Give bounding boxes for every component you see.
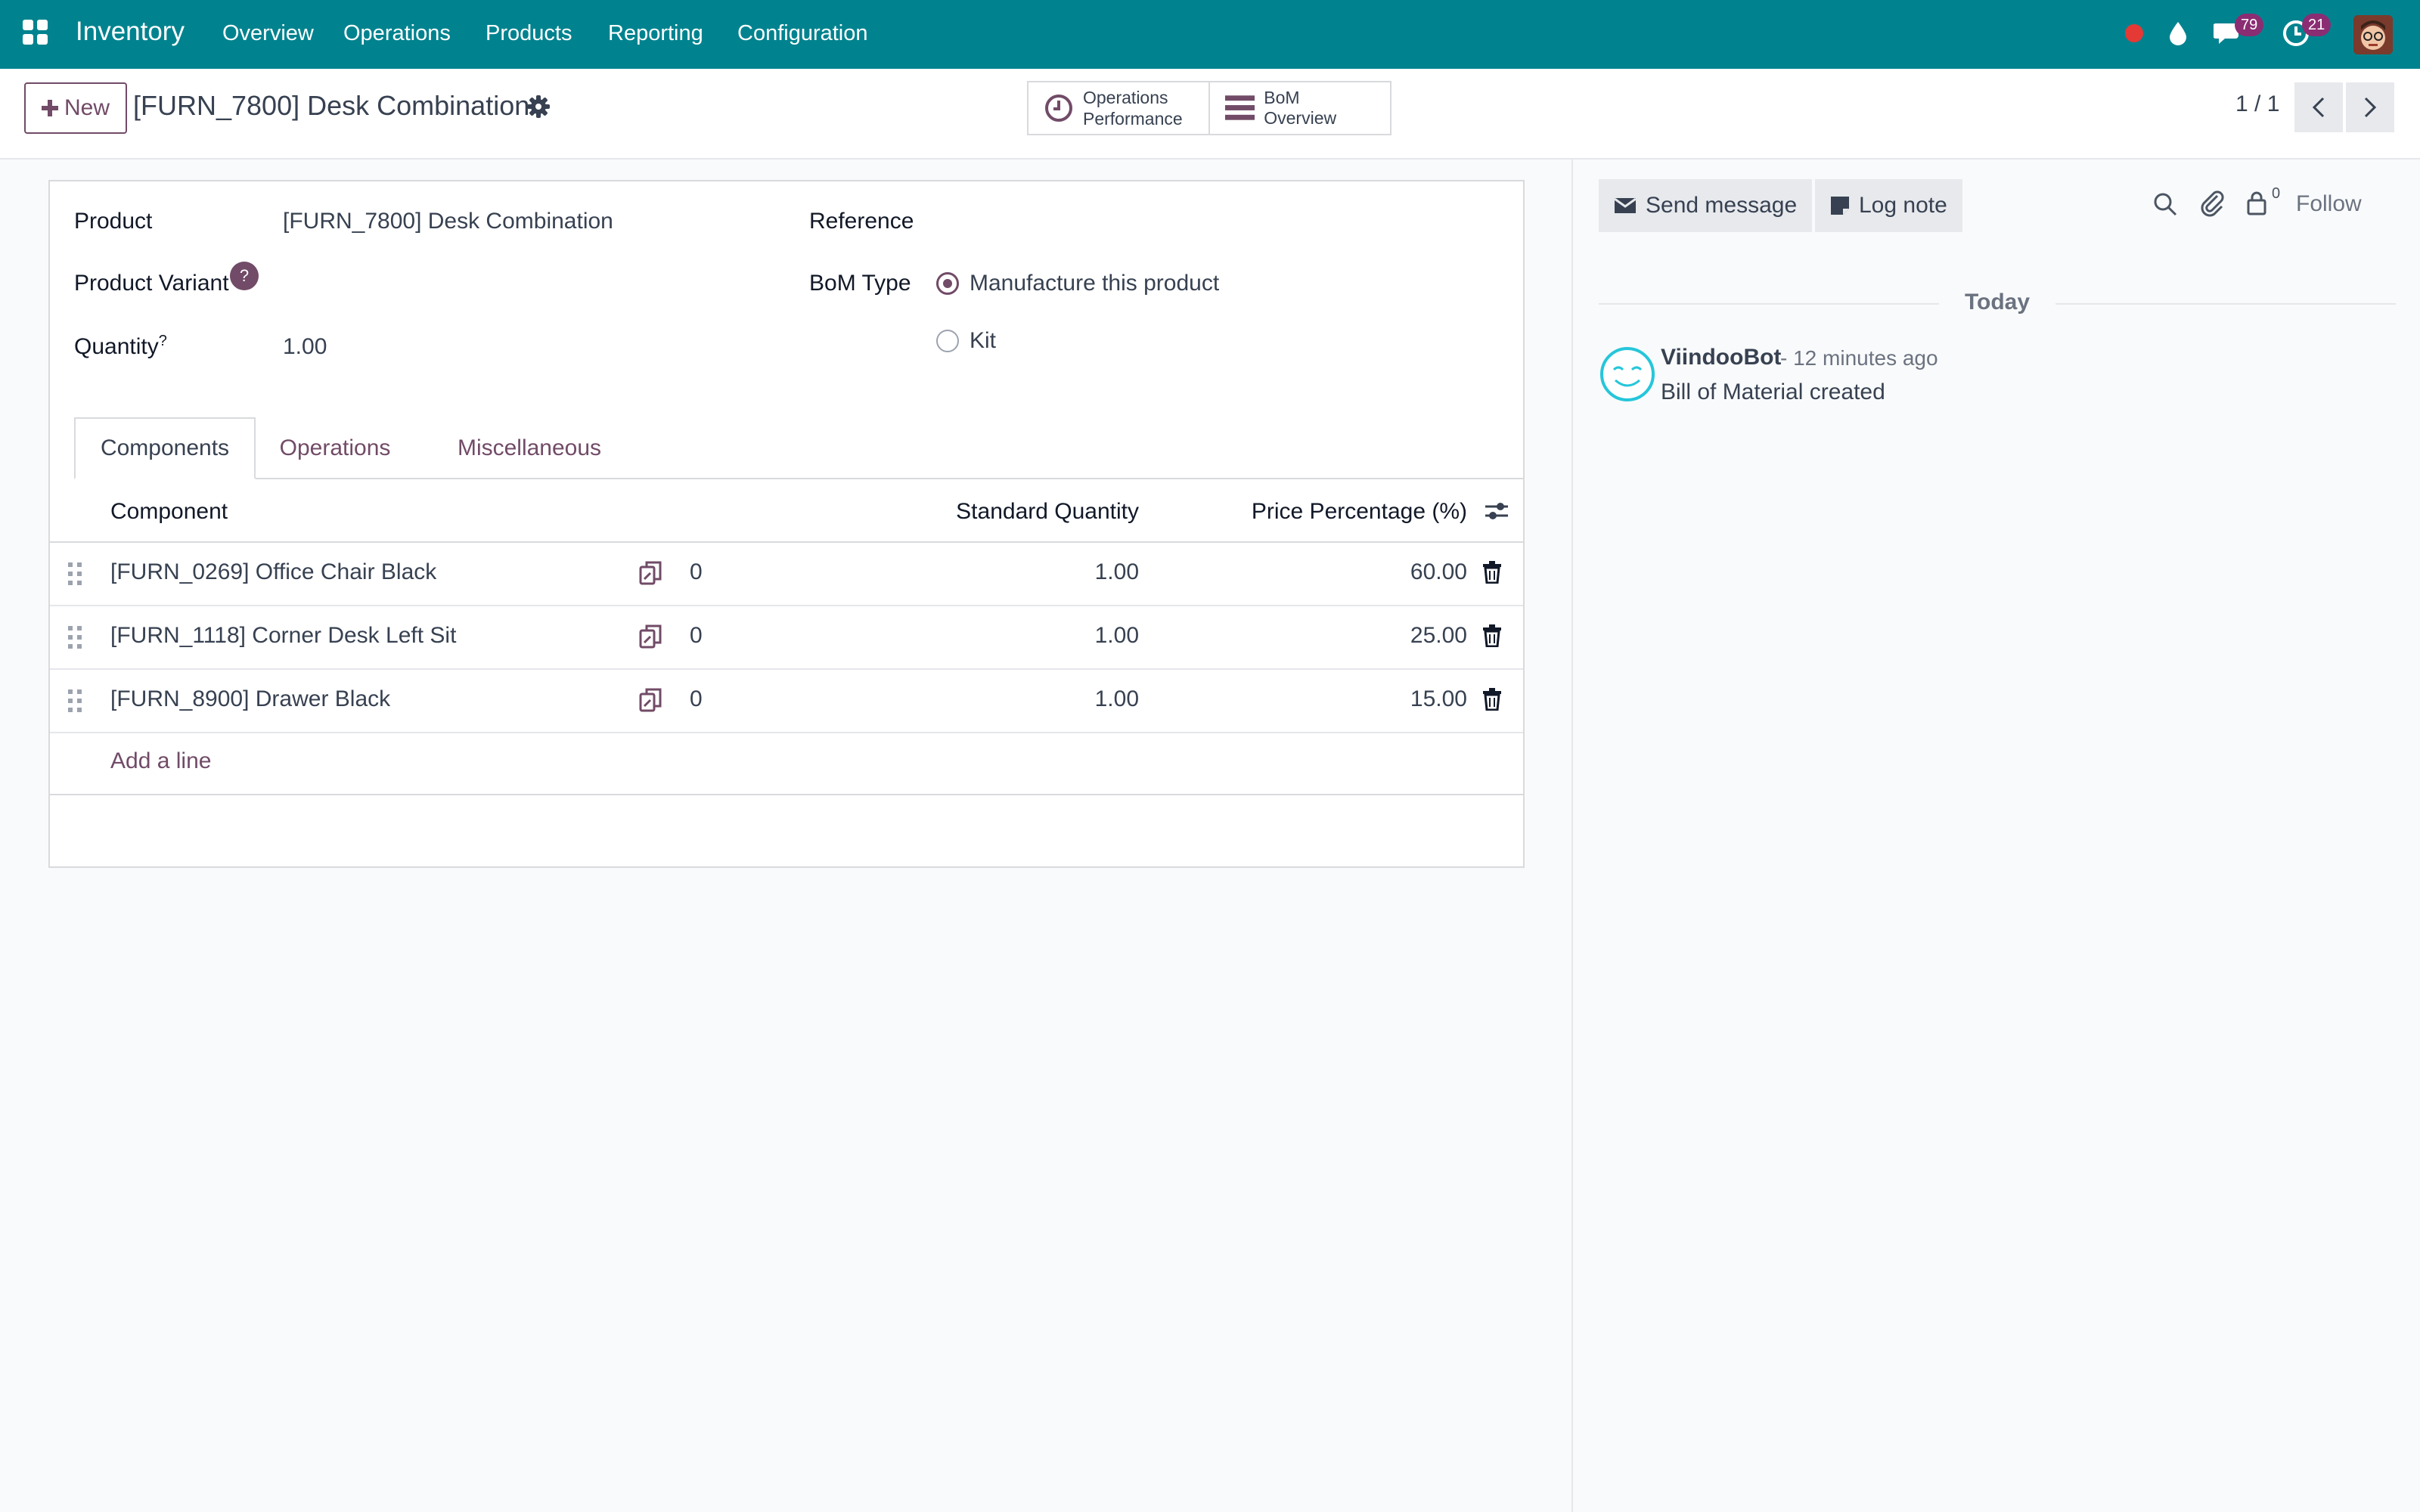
menu-operations[interactable]: Operations (343, 21, 451, 46)
menu-overview[interactable]: Overview (222, 21, 314, 46)
forecast-icon[interactable] (638, 686, 664, 717)
chevron-right-icon (2364, 97, 2377, 118)
column-price-percentage[interactable]: Price Percentage (%) (1252, 499, 1467, 525)
clock-icon (1045, 94, 1072, 122)
quantity-field[interactable]: 1.00 (283, 334, 327, 360)
log-note-button[interactable]: Log note (1815, 179, 1962, 232)
quantity-label-text: Quantity (74, 334, 159, 359)
bot-avatar-icon[interactable] (1599, 345, 1656, 403)
column-settings-icon[interactable] (1484, 499, 1509, 527)
notebook-tabs: Components Operations Miscellaneous (74, 417, 1525, 479)
message-time: - 12 minutes ago (1780, 346, 1938, 370)
menu-configuration[interactable]: Configuration (737, 21, 868, 46)
quantity-help-sup[interactable]: ? (159, 333, 167, 349)
follow-button[interactable]: Follow (2296, 191, 2362, 217)
record-dot-icon[interactable] (2119, 18, 2149, 48)
drop-icon[interactable] (2163, 18, 2193, 48)
forecast-icon[interactable] (638, 559, 664, 590)
add-a-line-link[interactable]: Add a line (110, 748, 211, 774)
component-price-percentage[interactable]: 15.00 (1410, 686, 1467, 712)
followers-count: 0 (2272, 185, 2281, 202)
component-standard-quantity[interactable]: 1.00 (1095, 559, 1139, 585)
send-message-button[interactable]: Send message (1599, 179, 1813, 232)
drag-handle-icon[interactable] (68, 626, 82, 652)
table-row[interactable]: [FURN_0269] Office Chair Black 0 1.00 60… (50, 543, 1523, 606)
apps-grid-icon[interactable] (23, 20, 48, 45)
component-price-percentage[interactable]: 25.00 (1410, 623, 1467, 649)
note-icon (1831, 197, 1849, 215)
component-standard-quantity[interactable]: 1.00 (1095, 686, 1139, 712)
new-button-label: New (64, 95, 110, 120)
tab-components[interactable]: Components (74, 417, 256, 479)
product-variant-label: Product Variant (74, 271, 229, 296)
log-note-label: Log note (1859, 193, 1947, 218)
product-field[interactable]: [FURN_7800] Desk Combination (283, 209, 613, 234)
operations-performance-button[interactable]: Operations Performance (1028, 82, 1208, 134)
pager-value[interactable]: 1 / 1 (2235, 91, 2279, 117)
plus-icon (41, 100, 58, 116)
top-navbar: Inventory Overview Operations Products R… (0, 0, 2420, 69)
messages-count-badge: 79 (2235, 14, 2264, 36)
reference-label: Reference (809, 209, 914, 234)
bars-icon (1225, 95, 1255, 120)
table-row[interactable]: [FURN_1118] Corner Desk Left Sit 0 1.00 … (50, 606, 1523, 670)
search-icon[interactable] (2152, 191, 2178, 221)
message-body: Bill of Material created (1661, 380, 1885, 404)
app-brand[interactable]: Inventory (76, 17, 185, 47)
gear-icon[interactable] (526, 94, 551, 119)
component-name[interactable]: [FURN_0269] Office Chair Black (110, 559, 436, 585)
component-count: 0 (690, 686, 703, 711)
drag-handle-icon[interactable] (68, 562, 82, 589)
bom-type-manufacture-label[interactable]: Manufacture this product (970, 271, 1219, 296)
component-count: 0 (690, 623, 703, 648)
message-author[interactable]: ViindooBot (1661, 345, 1781, 370)
tab-operations[interactable]: Operations (274, 417, 396, 479)
menu-products[interactable]: Products (486, 21, 572, 46)
bom-type-label: BoM Type (809, 271, 911, 296)
trash-icon[interactable] (1482, 688, 1502, 714)
smart-buttons: Operations Performance BoM Overview (1027, 81, 1392, 135)
record-title: [FURN_7800] Desk Combination (133, 90, 530, 121)
send-message-label: Send message (1646, 193, 1798, 218)
menu-reporting[interactable]: Reporting (608, 21, 703, 46)
bom-overview-button[interactable]: BoM Overview (1208, 82, 1390, 134)
pager-next-button[interactable] (2346, 82, 2394, 132)
user-avatar[interactable] (2353, 15, 2393, 54)
bom-overview-label: BoM Overview (1264, 88, 1337, 128)
component-count: 0 (690, 559, 703, 584)
tab-miscellaneous[interactable]: Miscellaneous (439, 417, 620, 479)
product-label: Product (74, 209, 153, 234)
drag-handle-icon[interactable] (68, 689, 82, 716)
trash-icon[interactable] (1482, 561, 1502, 587)
bom-type-kit-label[interactable]: Kit (970, 328, 996, 354)
bom-type-kit-radio[interactable] (936, 330, 959, 352)
control-panel: New [FURN_7800] Desk Combination Operati… (0, 69, 2420, 160)
column-standard-quantity[interactable]: Standard Quantity (956, 499, 1139, 525)
date-separator: Today (1599, 288, 2396, 318)
table-row[interactable]: [FURN_8900] Drawer Black 0 1.00 15.00 (50, 670, 1523, 733)
component-price-percentage[interactable]: 60.00 (1410, 559, 1467, 585)
bom-type-manufacture-radio[interactable] (936, 272, 959, 295)
component-name[interactable]: [FURN_8900] Drawer Black (110, 686, 390, 712)
chevron-left-icon (2312, 97, 2325, 118)
envelope-icon (1614, 197, 1637, 213)
smart-button-line1: Operations (1083, 88, 1168, 107)
quantity-label: Quantity? (74, 333, 167, 360)
form-sheet: Product [FURN_7800] Desk Combination Pro… (48, 180, 1525, 868)
column-component[interactable]: Component (110, 499, 228, 525)
components-table-header: Component Standard Quantity Price Percen… (50, 479, 1523, 543)
help-icon[interactable]: ? (230, 262, 259, 290)
pager-previous-button[interactable] (2294, 82, 2343, 132)
new-button[interactable]: New (24, 82, 127, 134)
activities-count-badge: 21 (2302, 14, 2332, 36)
lock-followers-icon[interactable] (2246, 190, 2267, 219)
trash-icon[interactable] (1482, 624, 1502, 651)
date-separator-label: Today (1964, 290, 2031, 314)
component-name[interactable]: [FURN_1118] Corner Desk Left Sit (110, 623, 456, 649)
paperclip-icon[interactable] (2201, 190, 2225, 222)
smart-button-line2: Performance (1083, 109, 1183, 129)
table-footer-divider (50, 794, 1523, 795)
forecast-icon[interactable] (638, 623, 664, 654)
component-standard-quantity[interactable]: 1.00 (1095, 623, 1139, 649)
